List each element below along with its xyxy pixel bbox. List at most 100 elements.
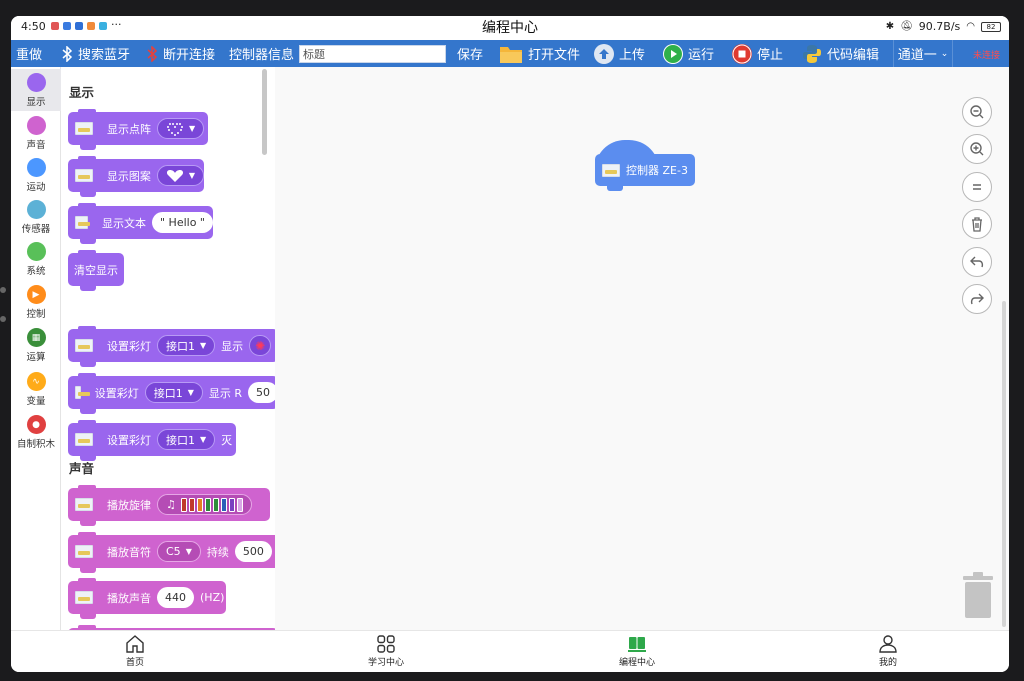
block-label: 显示图案 xyxy=(106,169,151,183)
category-sensor[interactable]: 传感器 xyxy=(11,200,61,235)
block-show-matrix[interactable]: 显示点阵 ▼ xyxy=(68,109,208,150)
block-palette: 显示 显示点阵 ▼ 显示图案 ▼ 显示文本 " Hello " 清空显示 设置彩… xyxy=(62,67,275,630)
port-dropdown[interactable]: 接口1 ▼ xyxy=(157,429,216,450)
block-set-led-show[interactable]: 设置彩灯 接口1 ▼ 显示 ✺ xyxy=(68,326,275,367)
undo-icon xyxy=(970,256,984,268)
image-icon xyxy=(75,591,93,604)
run-button[interactable]: 运行 xyxy=(663,40,714,67)
stop-button[interactable]: 停止 xyxy=(732,40,783,67)
caret-down-icon: ▼ xyxy=(185,547,192,556)
block-play-sound[interactable]: 播放声音 440 (HZ) xyxy=(68,578,226,619)
grid-icon: ▦ xyxy=(26,328,46,347)
zoom-in-icon xyxy=(970,142,984,156)
heart-icon xyxy=(166,169,183,182)
category-system[interactable]: 系统 xyxy=(11,242,61,277)
device-edge-marker xyxy=(0,316,6,322)
zoom-in-button[interactable] xyxy=(962,134,992,164)
save-button[interactable]: 保存 xyxy=(457,40,483,67)
block-play-note[interactable]: 播放音符 C5 ▼ 持续 500 xyxy=(68,532,275,573)
hat-notch xyxy=(607,186,623,191)
stop-icon xyxy=(732,43,752,64)
undo-button[interactable] xyxy=(962,247,992,277)
nav-mine[interactable]: 我的 xyxy=(848,635,928,668)
r-value-input[interactable]: 50 xyxy=(248,382,275,403)
port-value: 接口1 xyxy=(166,339,195,353)
title-input[interactable] xyxy=(299,45,446,63)
circle-icon xyxy=(26,200,46,219)
run-label: 运行 xyxy=(688,48,715,63)
controller-info-button[interactable]: 控制器信息 xyxy=(229,40,294,67)
nav-home[interactable]: 首页 xyxy=(95,635,175,668)
trash-icon xyxy=(972,217,982,232)
nav-label: 编程中心 xyxy=(618,658,655,668)
block-label: 播放音符 xyxy=(107,545,151,559)
category-control[interactable]: ▶ 控制 xyxy=(11,285,61,320)
category-label: 自制积木 xyxy=(16,439,55,450)
port-dropdown[interactable]: 接口1 ▼ xyxy=(144,382,203,403)
play-icon xyxy=(663,43,683,64)
channel-select[interactable]: 通道一 ⌄ xyxy=(893,40,953,67)
disconnect-label: 断开连接 xyxy=(163,48,216,63)
page-title: 编程中心 xyxy=(482,20,538,36)
redo-label: 重做 xyxy=(16,48,43,63)
mute-icon: 🔕︎ xyxy=(900,21,913,32)
color-dropdown[interactable]: ✺ xyxy=(249,335,272,356)
bluetooth-disconnected-icon xyxy=(147,45,158,62)
frequency-input[interactable]: 440 xyxy=(157,587,194,608)
pattern-dropdown[interactable]: ▼ xyxy=(156,165,204,186)
workspace-canvas[interactable]: 控制器 ZE-3 xyxy=(275,67,1009,630)
matrix-dropdown[interactable]: ▼ xyxy=(157,118,205,139)
canvas-scrollbar[interactable] xyxy=(1002,301,1006,627)
code-edit-label: 代码编辑 xyxy=(827,48,880,63)
note-dropdown[interactable]: C5 ▼ xyxy=(157,541,201,562)
nav-learning-center[interactable]: 学习中心 xyxy=(346,635,426,668)
category-custom-blocks[interactable]: ● 自制积木 xyxy=(11,415,61,450)
category-operators[interactable]: ▦ 运算 xyxy=(11,328,61,363)
redo-canvas-button[interactable] xyxy=(962,284,992,314)
open-file-button[interactable]: 打开文件 xyxy=(499,40,580,67)
nav-coding-center[interactable]: 编程中心 xyxy=(597,635,677,668)
reset-zoom-button[interactable] xyxy=(962,172,992,202)
palette-scrollbar[interactable] xyxy=(262,69,267,155)
connection-status: 未连接 xyxy=(973,51,1001,61)
app-window: 4:50 ··· 编程中心 ✱ 🔕︎ 90.7B/s ◠ 82 重做 搜索蓝牙 xyxy=(11,16,1009,672)
block-set-led-off[interactable]: 设置彩灯 接口1 ▼ 灭 xyxy=(68,420,236,461)
zoom-out-button[interactable] xyxy=(962,97,992,127)
disconnect-button[interactable]: 断开连接 xyxy=(146,40,215,67)
melody-keys xyxy=(180,497,243,512)
category-variables[interactable]: ∿ 变量 xyxy=(11,372,61,407)
block-clear-display[interactable]: 清空显示 xyxy=(68,250,124,291)
block-label: 显示文本 xyxy=(102,216,146,230)
image-icon xyxy=(602,163,620,177)
category-sound[interactable]: 声音 xyxy=(11,116,61,151)
melody-editor[interactable]: ♫ xyxy=(157,494,252,515)
bluetooth-icon: ✱ xyxy=(885,21,895,32)
block-label: 显示点阵 xyxy=(107,122,151,136)
hat-block-controller[interactable]: 控制器 ZE-3 xyxy=(595,140,695,191)
text-value-input[interactable]: " Hello " xyxy=(152,212,213,233)
category-display[interactable]: 显示 xyxy=(11,69,61,111)
upload-button[interactable]: 上传 xyxy=(594,40,645,67)
code-edit-button[interactable]: 代码编辑 xyxy=(802,40,879,67)
redo-button[interactable]: 重做 xyxy=(16,40,42,67)
circle-icon xyxy=(26,158,46,177)
heart-outline-icon xyxy=(167,122,183,136)
person-icon: ● xyxy=(26,415,46,434)
category-motion[interactable]: 运动 xyxy=(11,158,61,193)
wave-icon: ∿ xyxy=(26,372,46,391)
trash-can-icon[interactable] xyxy=(963,572,993,618)
status-bar: 4:50 ··· 编程中心 ✱ 🔕︎ 90.7B/s ◠ 82 xyxy=(11,16,1009,40)
search-bluetooth-button[interactable]: 搜索蓝牙 xyxy=(61,40,130,67)
block-set-led-rgb[interactable]: 设置彩灯 接口1 ▼ 显示 R 50 xyxy=(68,373,275,414)
block-label: 播放旋律 xyxy=(107,498,151,512)
block-show-text[interactable]: 显示文本 " Hello " xyxy=(68,203,213,244)
block-play-melody[interactable]: 播放旋律 ♫ xyxy=(68,485,270,526)
block-label: 设置彩灯 xyxy=(94,386,139,400)
delete-button[interactable] xyxy=(962,209,992,239)
duration-input[interactable]: 500 xyxy=(234,541,272,562)
block-show-pattern[interactable]: 显示图案 ▼ xyxy=(68,156,204,197)
block-label: 灭 xyxy=(221,433,233,447)
port-dropdown[interactable]: 接口1 ▼ xyxy=(157,335,216,356)
device-edge-marker xyxy=(0,287,6,293)
block-label: 播放声音 xyxy=(107,591,151,605)
